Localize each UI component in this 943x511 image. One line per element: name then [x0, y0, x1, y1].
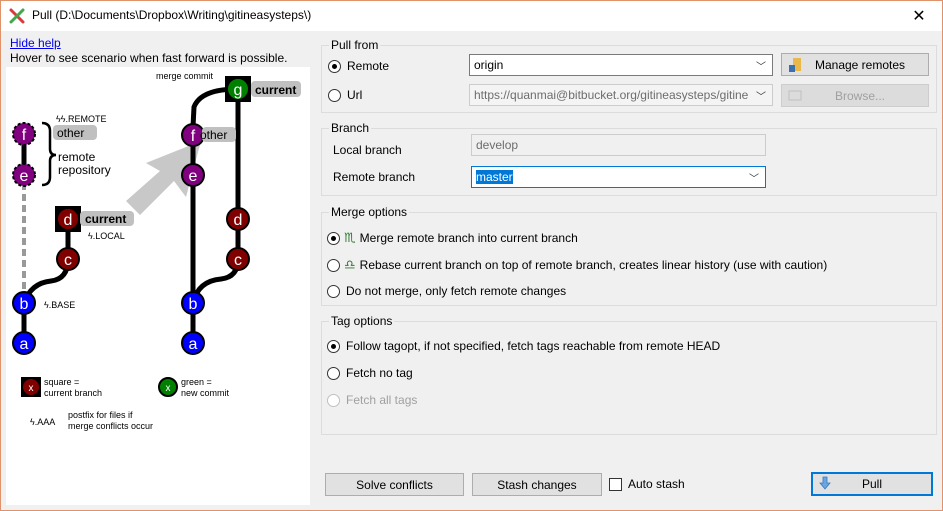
url-select-value: https://quanmai@bitbucket.org/gitineasys… — [474, 88, 749, 102]
git-extensions-icon — [9, 8, 25, 24]
arrow-down-icon — [819, 476, 831, 490]
right-commit-label-c: c — [234, 252, 242, 269]
pull-label: Pull — [861, 477, 882, 491]
auto-stash-checkbox[interactable]: Auto stash — [609, 477, 685, 491]
merge-radio-dot[interactable] — [327, 231, 340, 245]
left-commit-label-d: d — [64, 212, 73, 229]
url-radio-dot[interactable] — [328, 88, 341, 102]
solve-conflicts-button[interactable]: Solve conflicts — [325, 473, 464, 496]
merge-radio[interactable]: ♏ Merge remote branch into current branc… — [327, 230, 578, 246]
right-commit-label-b: b — [189, 296, 198, 313]
left-commit-label-b: b — [20, 296, 29, 313]
right-commit-label-a: a — [189, 336, 198, 353]
manage-remotes-button[interactable]: Manage remotes — [781, 53, 929, 76]
follow-tagopt-radio-dot[interactable] — [327, 339, 340, 353]
current-tag-right: current — [255, 83, 296, 97]
help-hint: Hover to see scenario when fast forward … — [10, 51, 288, 65]
local-postfix-label: ϟ.LOCAL — [88, 231, 125, 241]
url-select[interactable]: https://quanmai@bitbucket.org/gitineasys… — [469, 84, 773, 106]
fetch-no-tag-radio-label: Fetch no tag — [346, 366, 413, 380]
hide-help-link[interactable]: Hide help — [10, 36, 61, 50]
browse-button[interactable]: Browse... — [781, 84, 929, 107]
url-radio-label: Url — [347, 88, 363, 102]
left-commit-label-e: e — [20, 168, 29, 185]
chevron-down-icon: ﹀ — [756, 88, 766, 103]
fetch-only-radio-label: Do not merge, only fetch remote changes — [346, 284, 567, 298]
other-tag: other — [57, 126, 84, 140]
folder-icon — [788, 90, 802, 101]
right-commit-label-f: f — [191, 128, 196, 145]
fetch-no-tag-radio[interactable]: Fetch no tag — [327, 366, 413, 380]
follow-tagopt-radio-label: Follow tagopt, if not specified, fetch t… — [346, 339, 721, 353]
legend-postfix-line1: postfix for files if — [68, 410, 133, 420]
rebase-radio-dot[interactable] — [327, 258, 340, 272]
pull-button[interactable]: Pull — [811, 472, 933, 496]
close-button[interactable]: ✕ — [896, 1, 942, 30]
url-radio[interactable]: Url — [328, 88, 362, 102]
legend-postfix-sample: ϟ.AAA — [30, 417, 55, 427]
left-commit-label-a: a — [20, 336, 29, 353]
local-branch-label: Local branch — [333, 143, 402, 157]
legend-postfix-line2: merge conflicts occur — [68, 421, 153, 431]
remotes-icon — [789, 58, 801, 72]
legend-square-line1: square = — [44, 377, 79, 387]
rebase-radio[interactable]: ♎ Rebase current branch on top of remote… — [327, 257, 827, 273]
auto-stash-label: Auto stash — [628, 477, 685, 491]
rebase-radio-label: Rebase current branch on top of remote b… — [359, 258, 828, 272]
merge-radio-label: Merge remote branch into current branch — [359, 231, 578, 245]
remote-select[interactable]: origin ﹀ — [469, 54, 773, 76]
remote-postfix-label: ϟϟ.REMOTE — [56, 114, 107, 124]
close-icon: ✕ — [912, 7, 926, 25]
current-tag-left: current — [85, 212, 126, 226]
window-title: Pull (D:\Documents\Dropbox\Writing\gitin… — [32, 8, 312, 22]
remote-repo-label-2: repository — [58, 163, 111, 177]
branch-title: Branch — [329, 121, 372, 135]
fetch-only-radio[interactable]: Do not merge, only fetch remote changes — [327, 284, 566, 298]
pull-dialog: Pull (D:\Documents\Dropbox\Writing\gitin… — [0, 0, 943, 511]
browse-label: Browse... — [834, 88, 885, 103]
remote-repo-label-1: remote — [58, 150, 96, 164]
other-tag-right: other — [200, 128, 227, 142]
remote-radio[interactable]: Remote — [328, 59, 389, 73]
legend-green-line1: green = — [181, 377, 212, 387]
manage-remotes-label: Manage remotes — [814, 57, 906, 72]
stash-changes-button[interactable]: Stash changes — [472, 473, 602, 496]
pull-help-diagram[interactable]: f e d c b a g f e d c b a ϟϟ.REMOTE other remote rep… — [6, 67, 310, 505]
remote-radio-dot[interactable] — [328, 59, 341, 73]
pull-from-title: Pull from — [329, 38, 381, 52]
remote-branch-select[interactable]: master ﹀ — [471, 166, 766, 188]
local-branch-field[interactable]: develop — [471, 134, 766, 156]
legend-green-line2: new commit — [181, 388, 230, 398]
title-bar: Pull (D:\Documents\Dropbox\Writing\gitin… — [1, 1, 942, 31]
right-commit-label-d: d — [234, 212, 243, 229]
fetch-all-tags-radio[interactable]: Fetch all tags — [327, 393, 417, 407]
remote-branch-value: master — [476, 170, 513, 184]
legend-square-line2: current branch — [44, 388, 102, 398]
fetch-all-tags-radio-label: Fetch all tags — [346, 393, 418, 407]
merge-commit-label: merge commit — [156, 71, 214, 81]
tag-options-title: Tag options — [329, 314, 395, 328]
left-commit-label-c: c — [64, 252, 72, 269]
merge-icon: ♏ — [344, 230, 356, 245]
right-commit-label-g: g — [234, 82, 243, 99]
rebase-icon: ♎ — [344, 257, 356, 272]
follow-tagopt-radio[interactable]: Follow tagopt, if not specified, fetch t… — [327, 339, 720, 353]
svg-text:x: x — [29, 383, 34, 394]
auto-stash-box[interactable] — [609, 477, 622, 491]
right-commit-label-e: e — [189, 168, 198, 185]
remote-branch-label: Remote branch — [333, 170, 416, 184]
merge-options-title: Merge options — [329, 205, 410, 219]
chevron-down-icon: ﹀ — [756, 62, 766, 73]
diagram-canvas: f e d c b a g f e d c b a ϟϟ.REMOTE other remote rep… — [12, 71, 301, 431]
svg-text:x: x — [166, 383, 171, 394]
base-postfix-label: ϟ.BASE — [44, 300, 75, 310]
chevron-down-icon: ﹀ — [749, 174, 759, 185]
left-commit-label-f: f — [22, 127, 27, 144]
fetch-no-tag-radio-dot[interactable] — [327, 366, 340, 380]
fetch-only-radio-dot[interactable] — [327, 284, 340, 298]
remote-radio-label: Remote — [347, 59, 390, 73]
fetch-all-tags-radio-dot[interactable] — [327, 393, 340, 407]
remote-select-value: origin — [474, 58, 504, 72]
